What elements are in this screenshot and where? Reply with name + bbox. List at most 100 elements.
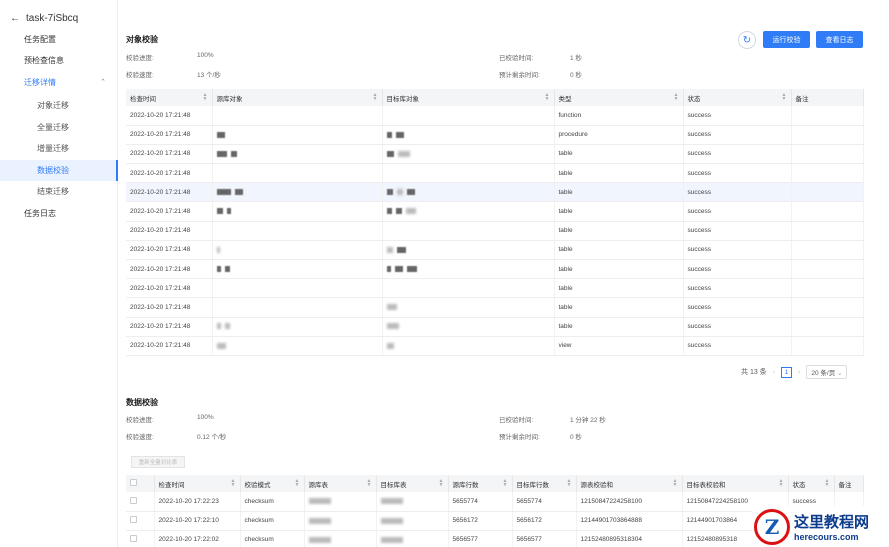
dc-elapsed-label: 已校验时间: xyxy=(499,417,534,424)
dc-progress-value: 100% xyxy=(197,414,214,421)
cell-target-rows: 5656172 xyxy=(512,511,577,531)
refresh-button[interactable]: ↻ xyxy=(738,31,756,49)
sidebar-item-label: 增量迁移 xyxy=(37,144,69,153)
col-header[interactable]: 状态 ▲ ▼ xyxy=(683,89,792,106)
table-row[interactable]: 2022-10-20 17:21:48 table success xyxy=(126,297,864,318)
sort-icon[interactable]: ▲ ▼ xyxy=(439,479,444,488)
cell-source-object xyxy=(212,317,383,337)
arrow-left-icon[interactable]: ← xyxy=(10,13,20,24)
table-row[interactable]: 2022-10-20 17:21:48 table success xyxy=(126,259,864,280)
col-header[interactable]: 目标库行数 ▲ ▼ xyxy=(512,475,577,492)
row-checkbox[interactable] xyxy=(130,535,137,543)
table-row[interactable]: 2022-10-20 17:21:48 table success xyxy=(126,278,864,299)
table-row[interactable]: 2022-10-20 17:21:48 table success xyxy=(126,221,864,241)
redacted-text xyxy=(216,342,226,349)
table-row[interactable]: 2022-10-20 17:21:48 table success xyxy=(126,201,864,222)
sidebar-item-data-check[interactable]: 数据校验 xyxy=(0,160,118,181)
cell-check-time: 2022-10-20 17:21:48 xyxy=(126,336,213,356)
redacted-text xyxy=(234,189,243,196)
back-link[interactable]: ← task-7iSbcq xyxy=(10,13,78,24)
col-header-label: 状态 xyxy=(792,481,806,489)
sort-icon[interactable]: ▲ ▼ xyxy=(367,479,372,488)
sort-icon[interactable]: ▲ ▼ xyxy=(567,479,572,488)
cell-source-object xyxy=(212,221,383,241)
sort-icon[interactable]: ▲ ▼ xyxy=(673,479,678,488)
col-header[interactable]: 备注 xyxy=(834,475,864,492)
redacted-text xyxy=(386,304,397,311)
page-current[interactable]: 1 xyxy=(781,366,793,378)
redacted-text xyxy=(406,189,415,196)
next-page-icon[interactable]: › xyxy=(798,369,800,376)
sort-icon[interactable]: ▲ ▼ xyxy=(295,479,300,488)
select-all-header[interactable] xyxy=(126,475,155,492)
sort-icon[interactable]: ▲ ▼ xyxy=(782,93,787,102)
sidebar-item-end-migration[interactable]: 结束迁移 xyxy=(0,181,118,202)
redacted-text xyxy=(396,189,403,196)
table-row[interactable]: 2022-10-20 17:21:48 table success xyxy=(126,163,864,184)
col-header[interactable]: 源库行数 ▲ ▼ xyxy=(448,475,513,492)
col-header[interactable]: 检查时间 ▲ ▼ xyxy=(154,475,241,492)
col-header[interactable]: 目标库对象 ▲ ▼ xyxy=(382,89,555,106)
sidebar-item-object-migration[interactable]: 对象迁移 xyxy=(0,95,118,116)
dc-speed-label: 校验速度: xyxy=(126,434,154,441)
sort-icon[interactable]: ▲ ▼ xyxy=(674,93,679,102)
cell-check-time: 2022-10-20 17:21:48 xyxy=(126,163,213,184)
sidebar-item-migration-details[interactable]: 迁移详情 ⌃ xyxy=(0,72,118,93)
col-header[interactable]: 状态 ▲ ▼ xyxy=(788,475,835,492)
table-row[interactable]: 2022-10-20 17:21:48 table success xyxy=(126,240,864,261)
cell-check-mode: checksum xyxy=(240,511,305,531)
select-all-checkbox[interactable] xyxy=(130,479,137,486)
recheck-button[interactable]: 重新全量对比表 xyxy=(131,456,185,468)
cell-source-object xyxy=(212,163,383,184)
row-checkbox[interactable] xyxy=(130,496,137,504)
col-header-label: 校验模式 xyxy=(244,481,271,489)
cell-status: success xyxy=(683,201,792,222)
table-row[interactable]: 2022-10-20 17:21:48 procedure success xyxy=(126,125,864,145)
cell-target-object xyxy=(382,144,555,165)
watermark-name: 这里教程网 xyxy=(794,513,870,531)
redacted-text xyxy=(216,265,221,272)
col-header[interactable]: 源库对象 ▲ ▼ xyxy=(212,89,383,106)
cell-target-rows: 5655774 xyxy=(512,492,577,512)
col-header[interactable]: 目标表校验和 ▲ ▼ xyxy=(682,475,789,492)
sidebar-item-precheck[interactable]: 预检查信息 xyxy=(0,50,118,71)
view-log-button[interactable]: 查看日志 xyxy=(816,31,863,48)
table-row[interactable]: 2022-10-20 17:21:48 table success xyxy=(126,182,864,203)
col-header[interactable]: 备注 xyxy=(791,89,864,106)
table-row[interactable]: 2022-10-20 17:21:48 view success xyxy=(126,336,864,356)
redacted-text xyxy=(395,208,402,215)
row-select[interactable] xyxy=(126,511,155,531)
table-row[interactable]: 2022-10-20 17:21:48 table success xyxy=(126,144,864,165)
row-select[interactable] xyxy=(126,492,155,512)
sort-icon[interactable]: ▲ ▼ xyxy=(203,93,208,102)
sort-icon[interactable]: ▲ ▼ xyxy=(503,479,508,488)
sidebar-item-full-migration[interactable]: 全量迁移 xyxy=(0,117,118,138)
sort-icon[interactable]: ▲ ▼ xyxy=(545,93,550,102)
table-row[interactable]: 2022-10-20 17:21:48 table success xyxy=(126,317,864,337)
col-header-label: 类型 xyxy=(558,95,572,103)
cell-target-table xyxy=(376,511,449,531)
sidebar-item-task-config[interactable]: 任务配置 xyxy=(0,29,118,50)
sidebar-item-task-log[interactable]: 任务日志 xyxy=(0,203,118,224)
page-size-select[interactable]: 20 条/页 ⌄ xyxy=(806,365,848,379)
sort-icon[interactable]: ▲ ▼ xyxy=(373,93,378,102)
redacted-text xyxy=(224,265,230,272)
col-header[interactable]: 类型 ▲ ▼ xyxy=(554,89,684,106)
cell-target-object xyxy=(382,106,555,126)
col-header[interactable]: 源表校验和 ▲ ▼ xyxy=(576,475,683,492)
sidebar-item-incremental-migration[interactable]: 增量迁移 xyxy=(0,138,118,159)
task-title: task-7iSbcq xyxy=(26,13,79,24)
sort-icon[interactable]: ▲ ▼ xyxy=(231,479,236,488)
col-header[interactable]: 校验模式 ▲ ▼ xyxy=(240,475,305,492)
table-row[interactable]: 2022-10-20 17:21:48 function success xyxy=(126,106,864,126)
row-select[interactable] xyxy=(126,530,155,547)
col-header[interactable]: 检查时间 ▲ ▼ xyxy=(126,89,213,106)
col-header[interactable]: 目标库表 ▲ ▼ xyxy=(376,475,449,492)
sort-icon[interactable]: ▲ ▼ xyxy=(825,479,830,488)
refresh-icon: ↻ xyxy=(742,34,752,46)
run-check-button[interactable]: 运行校验 xyxy=(763,31,810,48)
prev-page-icon[interactable]: ‹ xyxy=(773,369,775,376)
sort-icon[interactable]: ▲ ▼ xyxy=(779,479,784,488)
row-checkbox[interactable] xyxy=(130,516,137,524)
col-header[interactable]: 源库表 ▲ ▼ xyxy=(304,475,377,492)
